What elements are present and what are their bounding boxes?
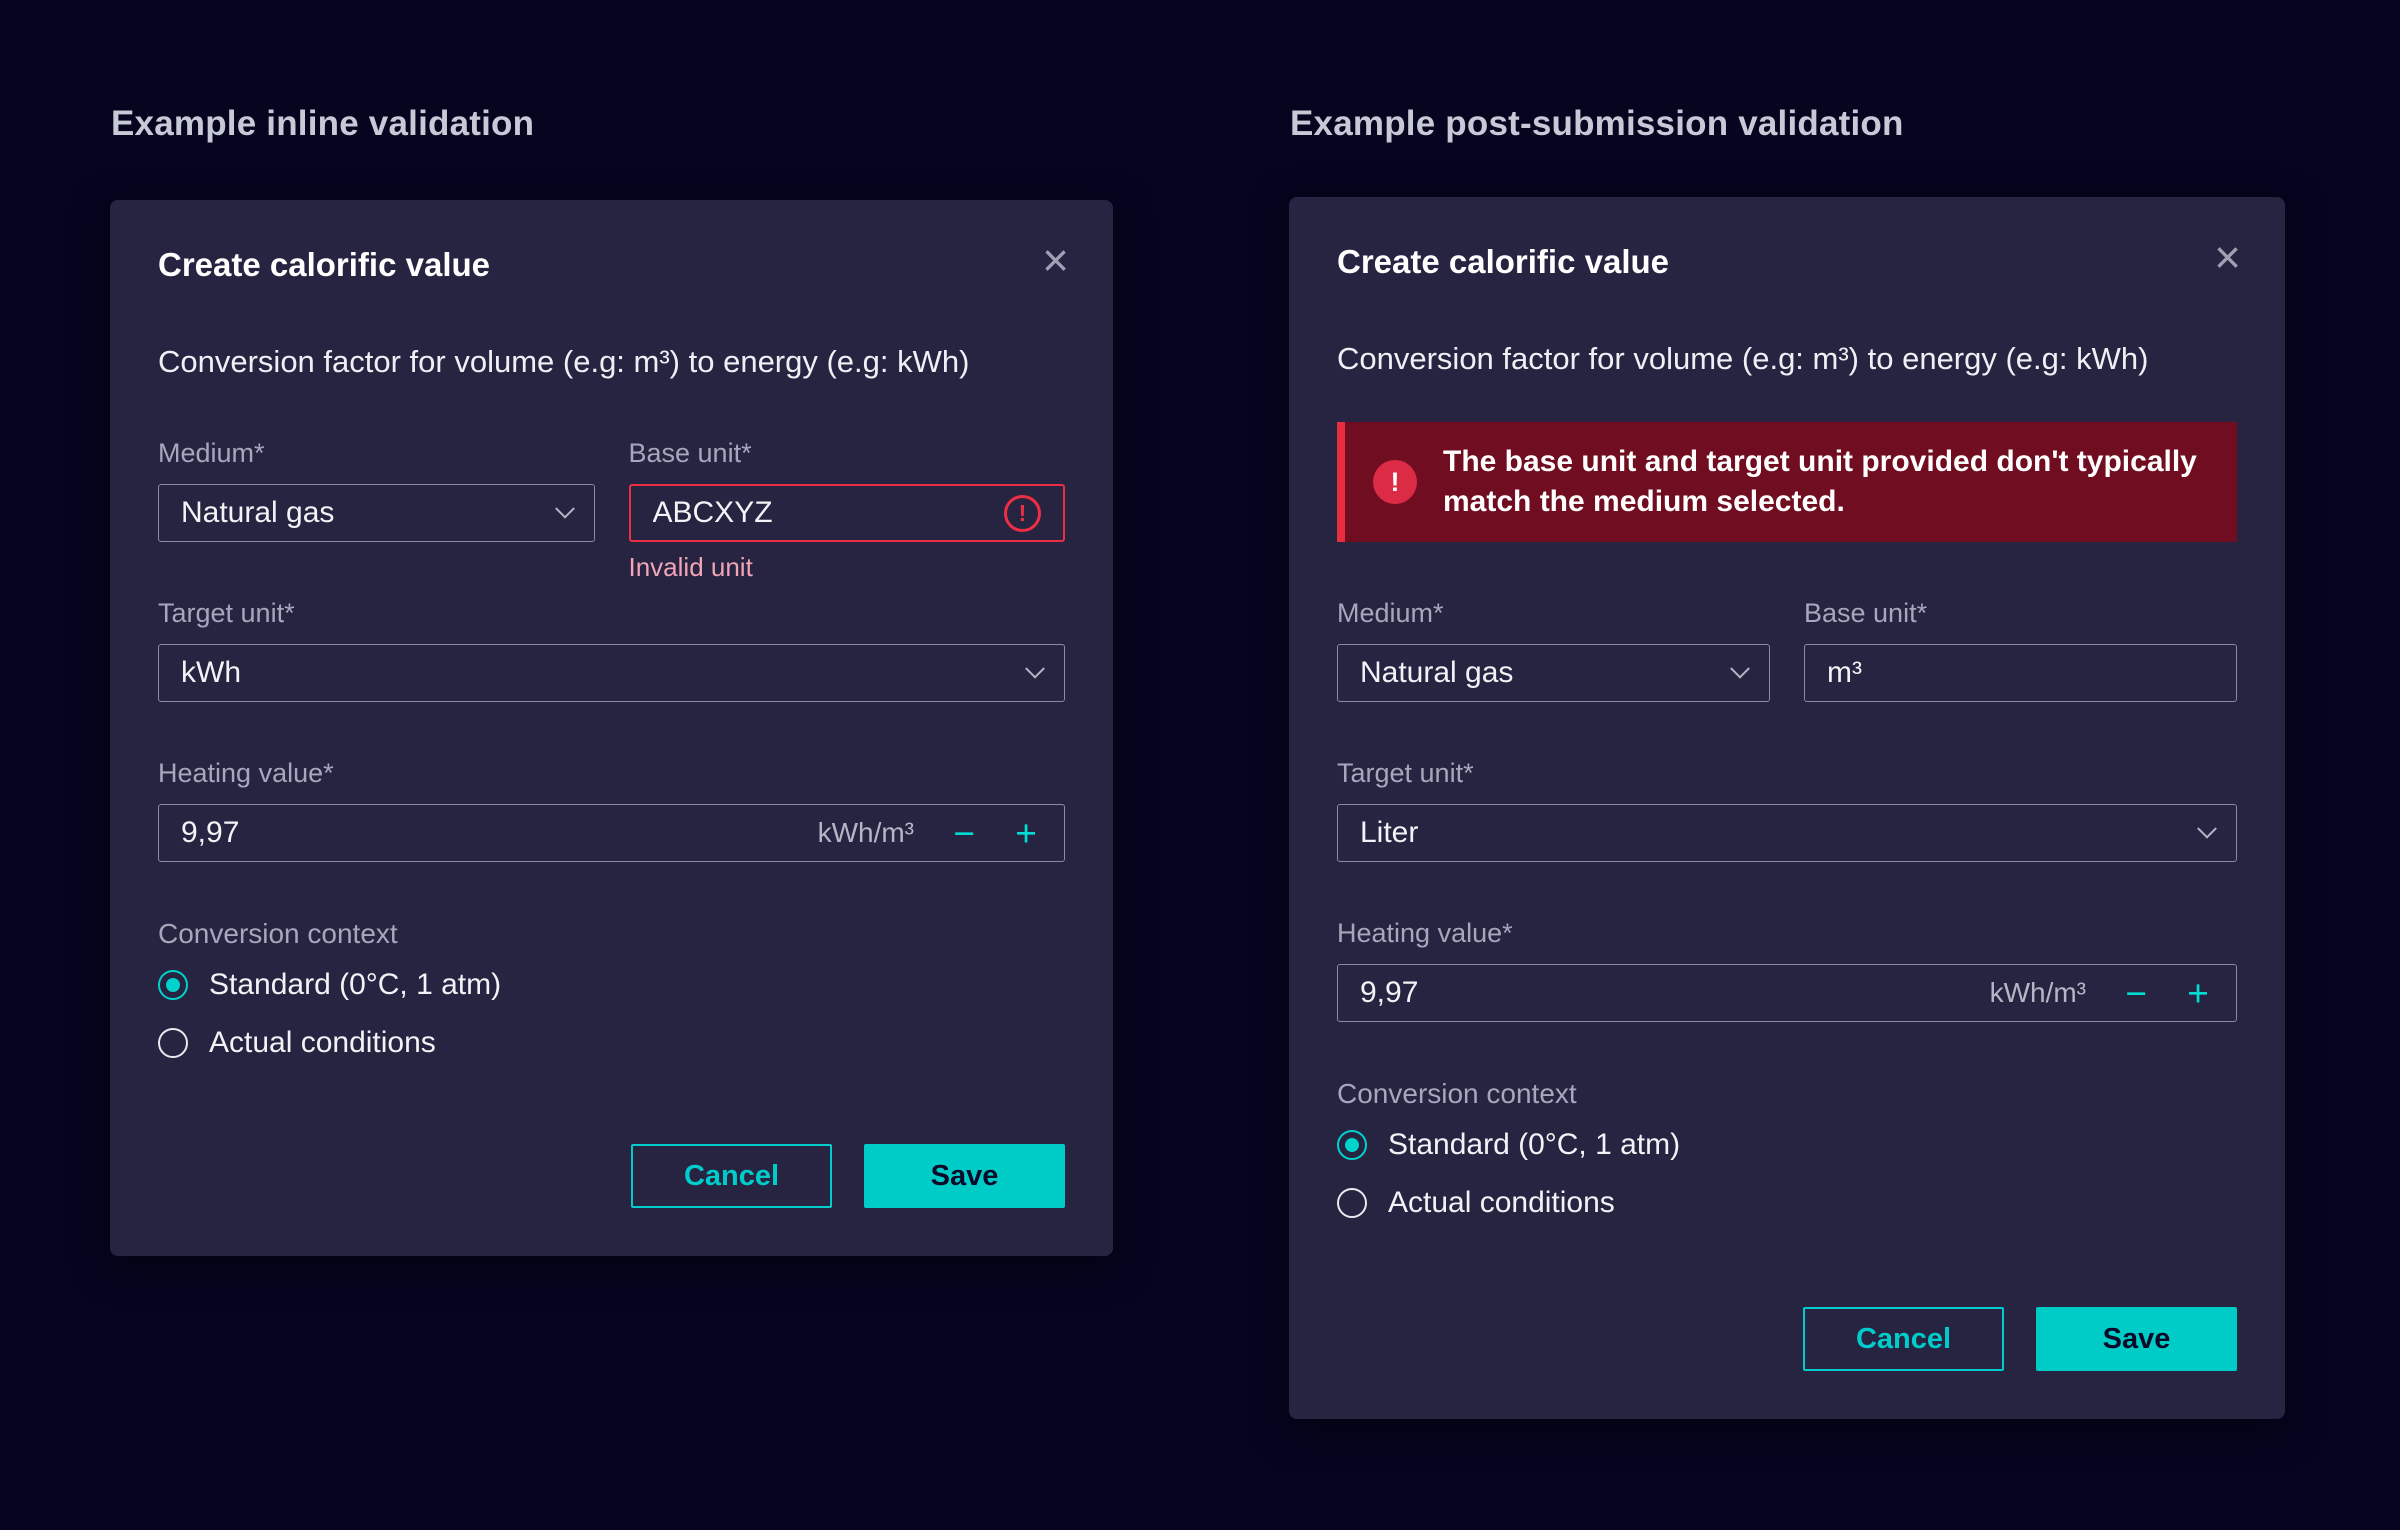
radio-standard-label: Standard (0°C, 1 atm): [209, 968, 501, 1002]
cancel-button[interactable]: Cancel: [631, 1144, 832, 1208]
dialog-header: Create calorific value ×: [158, 244, 1065, 286]
radio-actual-conditions-label: Actual conditions: [209, 1026, 436, 1060]
medium-select[interactable]: Natural gas: [1337, 644, 1770, 702]
validation-alert-banner: The base unit and target unit provided d…: [1337, 422, 2237, 542]
radio-actual-conditions[interactable]: Actual conditions: [158, 1026, 1065, 1060]
heating-value-input[interactable]: [1360, 976, 1990, 1010]
increment-icon[interactable]: +: [2182, 975, 2214, 1012]
heating-value-unit: kWh/m³: [818, 817, 914, 849]
conversion-context-label: Conversion context: [1337, 1078, 2237, 1110]
alert-exclamation-icon: [1373, 460, 1417, 504]
chevron-down-icon: [2197, 819, 2217, 839]
radio-selected-icon: [158, 970, 188, 1000]
medium-baseunit-row: Medium* Natural gas Base unit*: [1337, 598, 2237, 702]
medium-group: Medium* Natural gas: [158, 438, 595, 582]
dialog-header: Create calorific value ×: [1337, 241, 2237, 283]
heating-value-row: Heating value* kWh/m³ − +: [158, 758, 1065, 862]
heating-value-input[interactable]: [181, 816, 818, 850]
radio-unselected-icon: [1337, 1188, 1367, 1218]
dialog-description: Conversion factor for volume (e.g: m³) t…: [158, 342, 1065, 382]
dialog-actions: Cancel Save: [631, 1144, 1065, 1208]
radio-selected-icon: [1337, 1130, 1367, 1160]
example-post-submission-heading: Example post-submission validation: [1290, 104, 1904, 144]
increment-icon[interactable]: +: [1010, 815, 1042, 852]
heating-value-label: Heating value*: [158, 758, 1065, 788]
target-unit-select[interactable]: kWh: [158, 644, 1065, 702]
radio-actual-conditions[interactable]: Actual conditions: [1337, 1186, 2237, 1220]
target-unit-value: kWh: [181, 656, 241, 690]
target-unit-row: Target unit* kWh: [158, 598, 1065, 702]
chevron-down-icon: [1730, 659, 1750, 679]
decrement-icon[interactable]: −: [2120, 975, 2152, 1012]
radio-standard[interactable]: Standard (0°C, 1 atm): [158, 968, 1065, 1002]
base-unit-group: Base unit*: [1804, 598, 2237, 702]
error-circle-icon: [1004, 495, 1041, 532]
example-inline-heading: Example inline validation: [111, 104, 534, 144]
cancel-button[interactable]: Cancel: [1803, 1307, 2004, 1371]
target-unit-value: Liter: [1360, 816, 1418, 850]
create-calorific-value-dialog-inline: Create calorific value × Conversion fact…: [110, 200, 1113, 1256]
close-icon[interactable]: ×: [1042, 242, 1069, 278]
target-unit-select[interactable]: Liter: [1337, 804, 2237, 862]
base-unit-error-message: Invalid unit: [629, 552, 1066, 582]
base-unit-group: Base unit* Invalid unit: [629, 438, 1066, 582]
heating-value-unit: kWh/m³: [1990, 977, 2086, 1009]
save-button[interactable]: Save: [864, 1144, 1065, 1208]
base-unit-field: [629, 484, 1066, 542]
chevron-down-icon: [1025, 659, 1045, 679]
heating-value-field: kWh/m³ − +: [1337, 964, 2237, 1022]
base-unit-input[interactable]: [1827, 656, 2214, 690]
chevron-down-icon: [555, 499, 575, 519]
alert-message: The base unit and target unit provided d…: [1443, 442, 2209, 522]
base-unit-label: Base unit*: [1804, 598, 2237, 628]
heating-value-field: kWh/m³ − +: [158, 804, 1065, 862]
target-unit-row: Target unit* Liter: [1337, 758, 2237, 862]
target-unit-group: Target unit* kWh: [158, 598, 1065, 702]
heating-value-row: Heating value* kWh/m³ − +: [1337, 918, 2237, 1022]
target-unit-group: Target unit* Liter: [1337, 758, 2237, 862]
medium-value: Natural gas: [181, 496, 334, 530]
heating-value-group: Heating value* kWh/m³ − +: [1337, 918, 2237, 1022]
radio-standard-label: Standard (0°C, 1 atm): [1388, 1128, 1680, 1162]
dialog-actions: Cancel Save: [1803, 1307, 2237, 1371]
radio-actual-conditions-label: Actual conditions: [1388, 1186, 1615, 1220]
medium-label: Medium*: [158, 438, 595, 468]
medium-select[interactable]: Natural gas: [158, 484, 595, 542]
create-calorific-value-dialog-post-submission: Create calorific value × Conversion fact…: [1289, 197, 2285, 1419]
dialog-description: Conversion factor for volume (e.g: m³) t…: [1337, 339, 2237, 379]
decrement-icon[interactable]: −: [948, 815, 980, 852]
radio-unselected-icon: [158, 1028, 188, 1058]
close-icon[interactable]: ×: [2214, 239, 2241, 275]
radio-standard[interactable]: Standard (0°C, 1 atm): [1337, 1128, 2237, 1162]
medium-baseunit-row: Medium* Natural gas Base unit* Invalid u…: [158, 438, 1065, 582]
conversion-context-label: Conversion context: [158, 918, 1065, 950]
medium-value: Natural gas: [1360, 656, 1513, 690]
base-unit-field: [1804, 644, 2237, 702]
base-unit-label: Base unit*: [629, 438, 1066, 468]
medium-label: Medium*: [1337, 598, 1770, 628]
dialog-title: Create calorific value: [158, 244, 490, 286]
heating-value-group: Heating value* kWh/m³ − +: [158, 758, 1065, 862]
target-unit-label: Target unit*: [158, 598, 1065, 628]
base-unit-input[interactable]: [653, 496, 1005, 530]
medium-group: Medium* Natural gas: [1337, 598, 1770, 702]
target-unit-label: Target unit*: [1337, 758, 2237, 788]
heating-value-label: Heating value*: [1337, 918, 2237, 948]
save-button[interactable]: Save: [2036, 1307, 2237, 1371]
dialog-title: Create calorific value: [1337, 241, 1669, 283]
